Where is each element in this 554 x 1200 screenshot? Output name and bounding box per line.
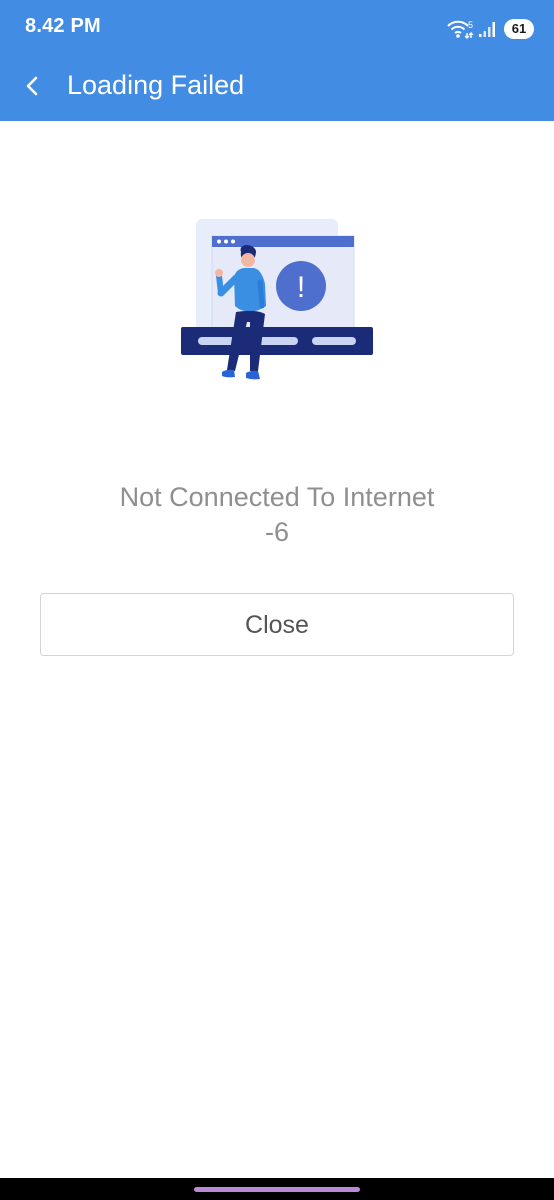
status-icons: 5 61 xyxy=(446,17,534,41)
close-button[interactable]: Close xyxy=(40,593,514,656)
app-header: 8.42 PM 5 61 Loading Failed xyxy=(0,0,554,121)
chevron-left-icon xyxy=(26,76,38,96)
wifi-badge: 5 xyxy=(468,20,473,30)
error-message: Not Connected To Internet xyxy=(119,482,435,512)
home-indicator[interactable] xyxy=(194,1187,360,1192)
back-button[interactable] xyxy=(14,66,50,106)
signal-icon xyxy=(478,19,498,39)
error-code: -6 xyxy=(264,517,289,547)
wifi-icon: 5 xyxy=(446,19,474,39)
system-nav-bar xyxy=(0,1178,554,1200)
alert-symbol: ! xyxy=(297,271,305,304)
error-illustration: ! xyxy=(170,210,385,390)
page-title: Loading Failed xyxy=(67,70,245,100)
status-time: 8.42 PM xyxy=(25,15,101,37)
battery-indicator: 61 xyxy=(504,19,534,39)
